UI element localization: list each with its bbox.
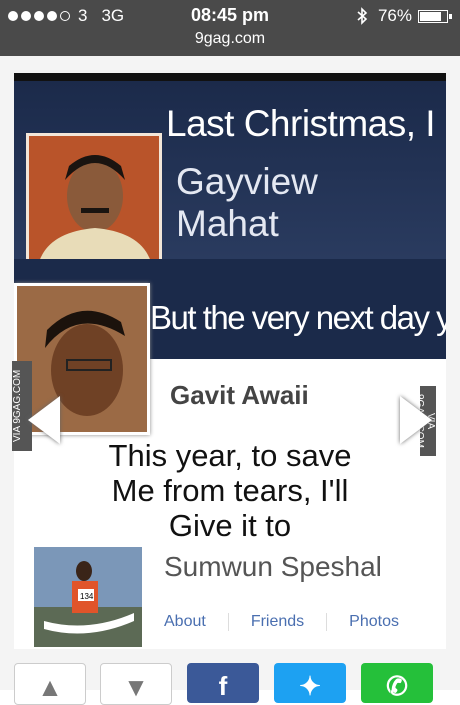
whatsapp-icon: ✆ (386, 671, 408, 701)
panel-2-name: Gavit Awaii (170, 380, 309, 410)
facebook-icon: f (218, 671, 228, 701)
facebook-share-button[interactable]: f (187, 663, 259, 703)
next-arrow-icon[interactable] (400, 396, 432, 444)
panel-1: Last Christmas, I Gayview Mahat (14, 81, 446, 265)
battery-area: 76% (356, 6, 452, 26)
panel-2-caption: But the very next day you (150, 299, 446, 336)
profile-photo-1 (26, 133, 162, 265)
panel-1-name-line1: Gayview (176, 161, 318, 202)
about-link: About (164, 613, 229, 631)
twitter-share-button[interactable]: ✦ (274, 663, 346, 703)
panel-1-name: Gayview Mahat (176, 161, 318, 245)
downvote-button[interactable]: ▼ (100, 663, 172, 705)
bluetooth-icon (357, 7, 368, 25)
panel-3-line2: Me from tears, I'll (111, 473, 349, 508)
arrow-down-icon: ▼ (123, 672, 149, 702)
meme-image[interactable]: Last Christmas, I Gayview Mahat But the … (14, 73, 446, 649)
profile-photo-3: 134 (34, 547, 142, 647)
status-bar: 3 3G 08:45 pm 9gag.com 76% (0, 0, 460, 56)
previous-arrow-icon[interactable] (28, 396, 60, 444)
runner-bib-number: 134 (80, 592, 94, 601)
photos-link: Photos (349, 613, 399, 630)
whatsapp-share-button[interactable]: ✆ (361, 663, 433, 703)
address-url[interactable]: 9gag.com (0, 30, 460, 48)
top-strip (14, 73, 446, 81)
battery-icon (418, 9, 452, 23)
friends-link: Friends (251, 613, 328, 631)
arrow-up-icon: ▲ (37, 672, 63, 702)
panel-3-caption: This year, to save Me from tears, I'll G… (14, 438, 446, 543)
battery-percent: 76% (377, 6, 412, 25)
panel-1-name-line2: Mahat (176, 203, 279, 244)
profile-links: About Friends Photos (164, 613, 443, 631)
panel-3-line3: Give it to (168, 508, 292, 543)
twitter-icon: ✦ (299, 671, 321, 701)
panel-1-caption: Last Christmas, I (166, 103, 436, 144)
panel-3-name: Sumwun Speshal (164, 551, 382, 582)
panel-3-line1: This year, to save (108, 438, 352, 473)
page-content: Last Christmas, I Gayview Mahat But the … (0, 56, 460, 690)
upvote-button[interactable]: ▲ (14, 663, 86, 705)
